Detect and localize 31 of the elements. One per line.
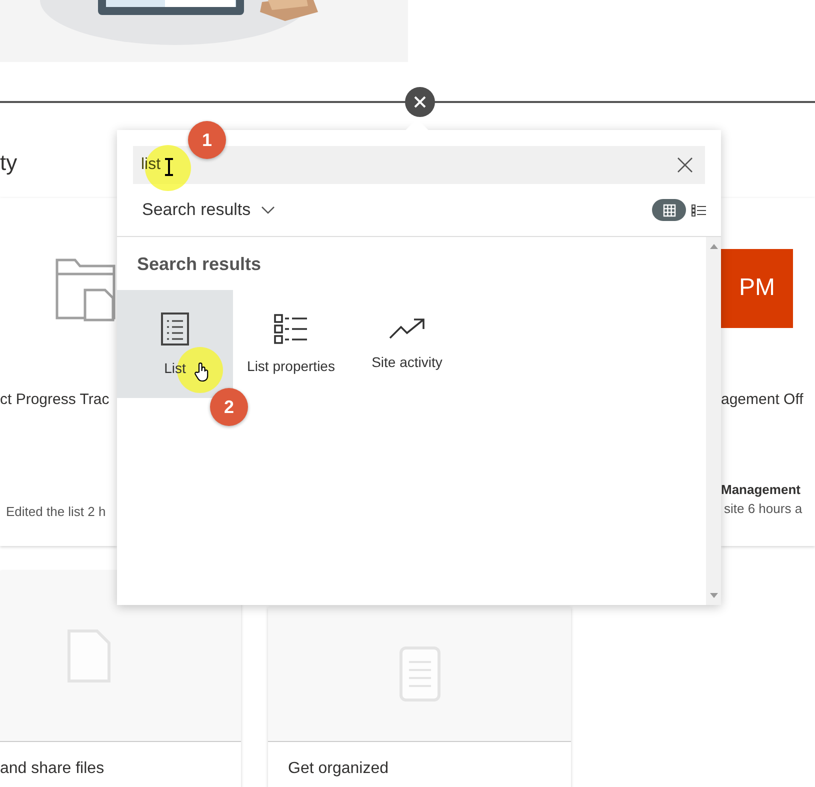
results-heading: Search results — [136, 254, 262, 275]
activity-text: Edited the list 2 h — [5, 504, 107, 519]
text-cursor-icon — [164, 158, 174, 176]
template-title: and share files — [0, 760, 106, 778]
section-heading: ty — [0, 149, 18, 177]
site-title: agement Off — [721, 391, 804, 408]
list-icon — [691, 204, 707, 216]
close-icon — [414, 96, 426, 108]
filter-dropdown[interactable]: Search results — [142, 200, 275, 220]
checklist-icon — [274, 314, 308, 344]
activity-text: site 6 hours a — [723, 501, 804, 516]
template-card[interactable]: and share files — [0, 571, 241, 787]
step-badge: 1 — [188, 121, 226, 159]
template-card[interactable]: Get organized — [268, 607, 571, 787]
site-title: ct Progress Trac — [0, 391, 110, 408]
close-button[interactable] — [405, 87, 435, 117]
document-icon — [398, 646, 440, 702]
trend-icon — [389, 318, 425, 340]
clear-icon[interactable] — [677, 157, 693, 173]
grid-view-button[interactable] — [652, 199, 686, 221]
grid-icon — [662, 204, 676, 216]
site-card[interactable]: PM agement Off Management site 6 hours a — [721, 198, 815, 546]
template-title: Get organized — [287, 760, 390, 778]
list-icon — [160, 312, 190, 346]
hand-cursor-icon — [194, 362, 210, 382]
result-tile[interactable]: Site activity — [349, 290, 465, 398]
site-owner: Management — [721, 482, 802, 497]
site-card[interactable]: ct Progress Trac Edited the list 2 h — [0, 198, 117, 546]
file-icon — [67, 629, 111, 683]
site-logo: PM — [721, 248, 793, 328]
chevron-down-icon — [260, 206, 275, 214]
